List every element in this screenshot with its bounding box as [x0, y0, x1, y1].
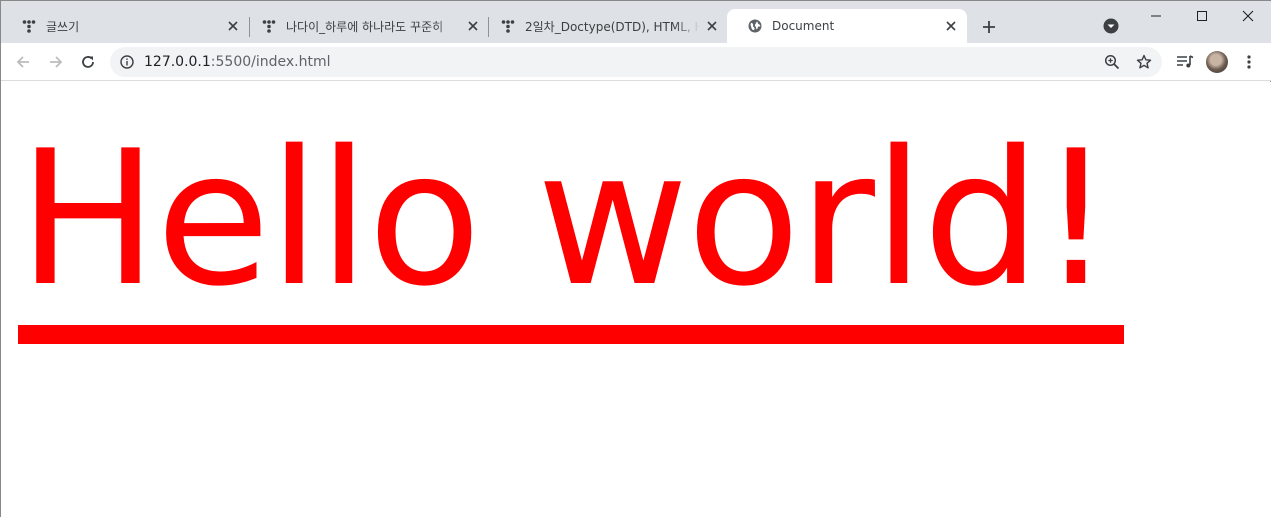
close-icon[interactable]	[704, 18, 720, 34]
menu-button[interactable]	[1237, 50, 1261, 74]
close-icon[interactable]	[225, 18, 241, 34]
maximize-button[interactable]	[1179, 1, 1225, 31]
reload-icon	[82, 56, 94, 68]
tab-title: 2일차_Doctype(DTD), HTML, HEAD	[525, 19, 700, 34]
arrow-left-icon	[16, 56, 29, 68]
heading-underline	[18, 325, 1124, 344]
profile-avatar[interactable]	[1206, 51, 1228, 73]
url-text[interactable]: 127.0.0.1:5500/index.html	[144, 54, 331, 70]
tab-title: Document	[772, 19, 835, 33]
page-content: Hello world!	[1, 82, 1271, 517]
media-control-button[interactable]	[1173, 50, 1197, 74]
tab-title: 글쓰기	[46, 19, 80, 34]
kebab-menu-icon	[1247, 55, 1251, 69]
tistory-icon	[500, 18, 516, 34]
forward-button[interactable]	[44, 50, 68, 74]
back-button[interactable]	[11, 50, 35, 74]
close-icon[interactable]	[943, 18, 959, 34]
tab-title: 나다이_하루에 하나라도 꾸준히	[286, 19, 444, 34]
bookmark-button[interactable]	[1134, 52, 1154, 72]
browser-toolbar: 127.0.0.1:5500/index.html	[1, 43, 1271, 81]
tab-strip: 글쓰기 나다이_하루에 하나라도 꾸준히 2일차_Doctype(DTD), H…	[1, 1, 1271, 43]
url-path: :5500/index.html	[210, 54, 331, 70]
zoom-button[interactable]	[1102, 52, 1122, 72]
zoom-in-icon	[1104, 54, 1120, 70]
tab-1[interactable]: 글쓰기	[1, 9, 249, 43]
close-icon[interactable]	[465, 18, 481, 34]
window-close-button[interactable]	[1225, 1, 1271, 31]
plus-icon	[983, 21, 995, 33]
chevron-down-circle-icon	[1103, 18, 1119, 34]
globe-icon	[747, 18, 763, 34]
star-icon	[1136, 54, 1152, 69]
close-icon	[1242, 10, 1254, 22]
playlist-music-icon	[1177, 55, 1194, 68]
tab-4-active[interactable]: Document	[727, 9, 967, 43]
tab-search-button[interactable]	[1101, 16, 1121, 36]
tab-2[interactable]: 나다이_하루에 하나라도 꾸준히	[241, 9, 489, 43]
url-host: 127.0.0.1	[144, 54, 211, 70]
arrow-right-icon	[50, 56, 63, 68]
info-icon[interactable]	[119, 54, 135, 70]
tistory-icon	[21, 18, 37, 34]
tab-3[interactable]: 2일차_Doctype(DTD), HTML, HEAD	[480, 9, 728, 43]
page-heading: Hello world!	[18, 110, 1113, 327]
reload-button[interactable]	[76, 50, 100, 74]
minimize-button[interactable]	[1133, 1, 1179, 31]
address-bar[interactable]: 127.0.0.1:5500/index.html	[110, 47, 1162, 77]
tistory-icon	[261, 18, 277, 34]
new-tab-button[interactable]	[977, 15, 1001, 39]
minimize-icon	[1151, 15, 1161, 17]
maximize-icon	[1197, 11, 1207, 21]
